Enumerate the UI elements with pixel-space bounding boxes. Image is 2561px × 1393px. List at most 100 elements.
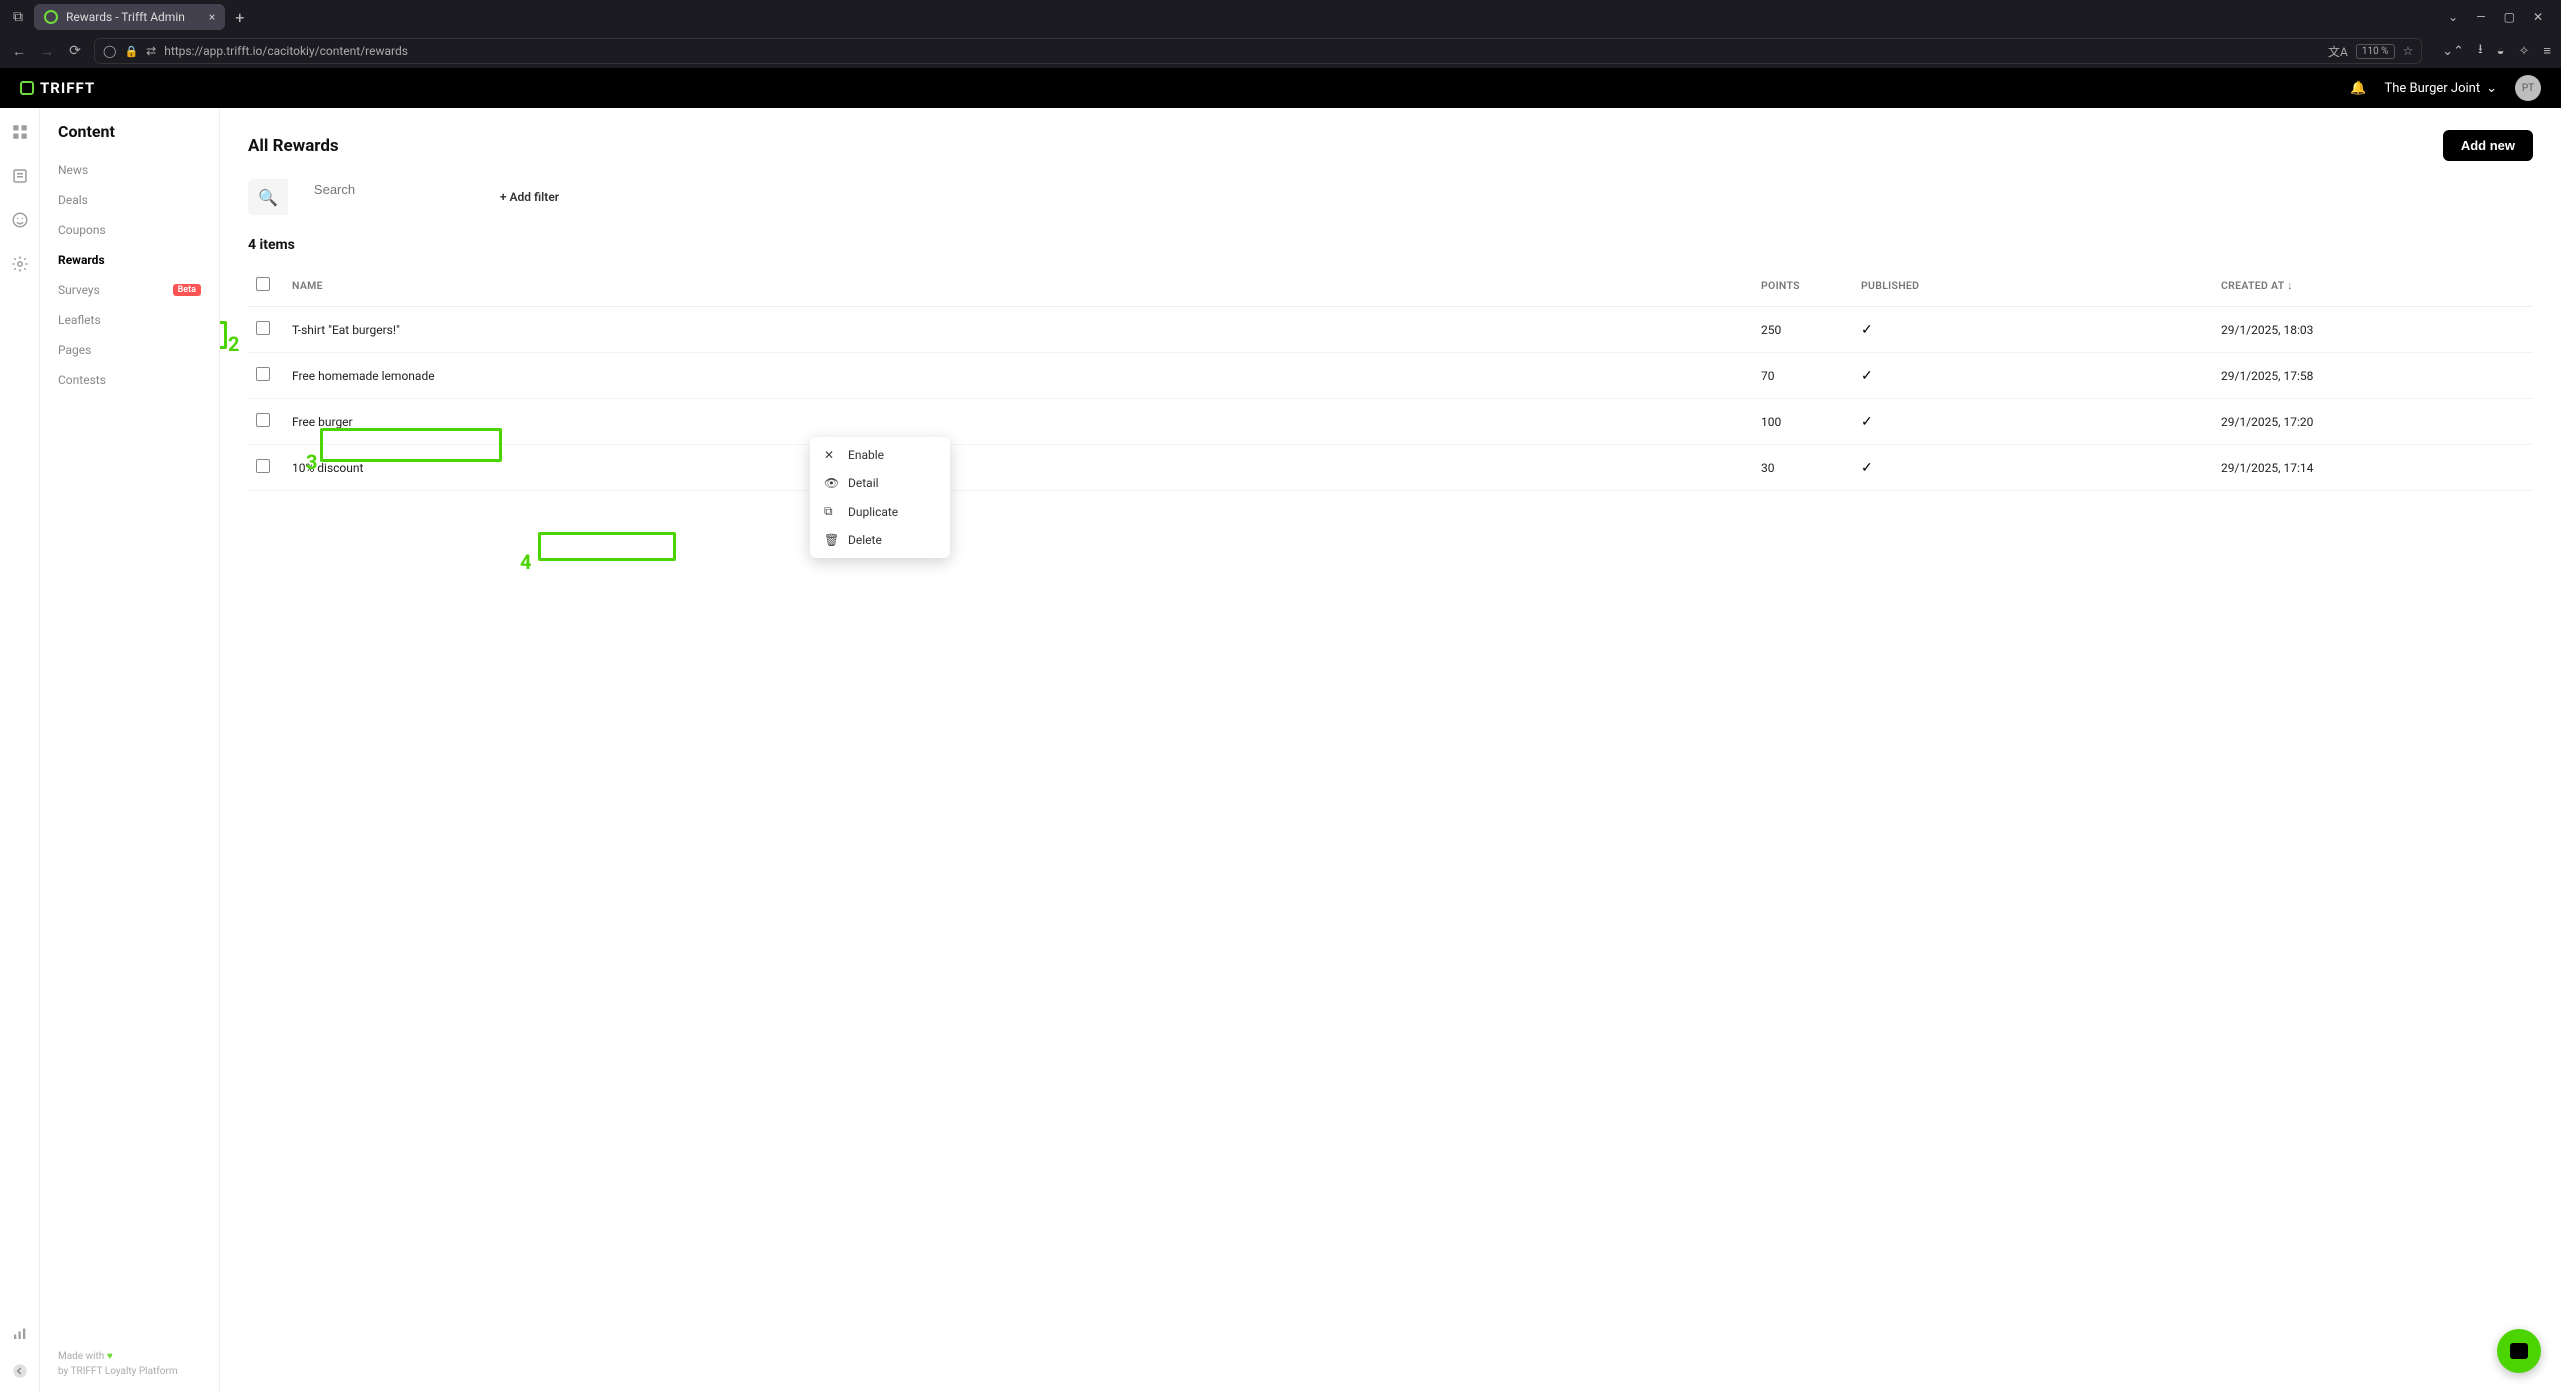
cell-published: ✓	[1853, 353, 2213, 399]
rail-dashboard-icon[interactable]	[10, 122, 30, 142]
table-row[interactable]: T-shirt "Eat burgers!"250 ✓ 29/1/2025, 18:…	[248, 307, 2533, 353]
sidebar-footer: Made with ♥ by TRIFFT Loyalty Platform	[58, 1349, 178, 1379]
app-header: TRIFFT 🔔 The Burger Joint ⌄ PT	[0, 68, 2561, 108]
col-created[interactable]: CREATED AT ↓	[2213, 265, 2533, 307]
sidebar-item-leaflets[interactable]: Leaflets	[40, 305, 219, 335]
nav-rail	[0, 108, 40, 1393]
rewards-table: NAME POINTS PUBLISHED CREATED AT ↓ T-shi…	[248, 265, 2533, 491]
zoom-badge[interactable]: 110 %	[2356, 44, 2395, 59]
rail-emoji-icon[interactable]	[10, 210, 30, 230]
cell-name: 10% discount	[284, 445, 1753, 491]
pocket-icon[interactable]: ⌄⌃	[2442, 44, 2464, 59]
table-row[interactable]: Free homemade lemonade70✓29/1/2025, 17:5…	[248, 353, 2533, 399]
sidebar-item-rewards[interactable]: Rewards	[40, 245, 219, 275]
ctx-duplicate[interactable]: ⧉ Duplicate	[810, 497, 950, 526]
rail-stats-icon[interactable]	[10, 1323, 30, 1343]
account-icon[interactable]: ◒	[2497, 43, 2505, 59]
translate-icon[interactable]: 文A	[2328, 43, 2348, 60]
ctx-detail[interactable]: 👁 Detail	[810, 469, 950, 497]
row-checkbox[interactable]	[256, 321, 270, 335]
col-name[interactable]: NAME	[284, 265, 1753, 307]
bookmark-star-icon[interactable]: ☆	[2403, 44, 2414, 58]
add-filter-button[interactable]: + Add filter	[500, 190, 559, 204]
sidebar-item-news[interactable]: News	[40, 155, 219, 185]
sidebar-item-contests[interactable]: Contests	[40, 365, 219, 395]
row-checkbox[interactable]	[256, 459, 270, 473]
window-close-button[interactable]: ✕	[2533, 10, 2543, 24]
select-all-checkbox[interactable]	[256, 277, 270, 291]
nav-back-button[interactable]: ←	[10, 43, 28, 60]
sidebar-item-surveys[interactable]: SurveysBeta	[40, 275, 219, 305]
tab-close-icon[interactable]: ×	[209, 10, 215, 24]
chevron-down-icon: ⌄	[2486, 81, 2497, 96]
sidebar-item-label: Surveys	[58, 283, 100, 297]
cell-published: ✓	[1853, 445, 2213, 491]
cell-published: ✓	[1853, 307, 2213, 353]
ctx-delete[interactable]: 🗑 Delete	[810, 526, 950, 554]
search-input[interactable]	[314, 182, 474, 197]
nav-forward-button[interactable]: →	[38, 43, 56, 60]
close-icon: ✕	[824, 448, 838, 462]
sidebar-item-label: Contests	[58, 373, 106, 387]
row-checkbox[interactable]	[256, 367, 270, 381]
brand-text: TRIFFT	[40, 79, 95, 97]
window-minimize-button[interactable]: —	[2476, 10, 2485, 24]
heart-icon: ♥	[107, 1351, 113, 1362]
workspace-switcher[interactable]: The Burger Joint ⌄	[2385, 81, 2498, 96]
menu-icon[interactable]: ≡	[2543, 43, 2551, 59]
col-published[interactable]: PUBLISHED	[1853, 265, 2213, 307]
brand-hexagon-icon	[20, 81, 34, 95]
col-points[interactable]: POINTS	[1753, 265, 1853, 307]
chat-widget-icon	[2510, 1343, 2528, 1359]
brand-logo[interactable]: TRIFFT	[20, 79, 95, 97]
trash-icon: 🗑	[824, 533, 838, 547]
browser-tab[interactable]: Rewards - Trifft Admin ×	[34, 4, 225, 30]
table-row[interactable]: 10% discount30✓29/1/2025, 17:14	[248, 445, 2533, 491]
rail-collapse-icon[interactable]	[10, 1361, 30, 1381]
tab-title: Rewards - Trifft Admin	[66, 10, 185, 24]
main-content: All Rewards Add new 🔍 + Add filter 4 ite…	[220, 108, 2561, 1393]
cell-points: 250	[1753, 307, 1853, 353]
cell-created: 29/1/2025, 18:03	[2213, 307, 2533, 353]
nav-reload-button[interactable]: ⟳	[66, 43, 84, 59]
annotation-label-2: 2	[228, 332, 239, 356]
sidebar-item-pages[interactable]: Pages	[40, 335, 219, 365]
row-checkbox[interactable]	[256, 413, 270, 427]
sidebar-item-deals[interactable]: Deals	[40, 185, 219, 215]
footer-line2: by TRIFFT Loyalty Platform	[58, 1366, 178, 1377]
tab-add-button[interactable]: +	[235, 8, 244, 27]
window-maximize-button[interactable]: ▢	[2504, 10, 2515, 24]
avatar[interactable]: PT	[2515, 75, 2541, 101]
sidebar-section-title: Content	[40, 122, 219, 155]
page-title: All Rewards	[248, 136, 339, 156]
copy-icon: ⧉	[824, 504, 838, 519]
workspace-name: The Burger Joint	[2385, 81, 2481, 96]
table-row[interactable]: Free burger100✓29/1/2025, 17:20	[248, 399, 2533, 445]
check-icon: ✓	[1861, 322, 1873, 338]
lock-icon[interactable]: 🔒	[124, 45, 138, 58]
permissions-icon[interactable]: ⇄	[146, 44, 156, 58]
shield-icon[interactable]: ◯	[103, 44, 116, 58]
cell-name: Free burger	[284, 399, 1753, 445]
sidebar-item-label: Coupons	[58, 223, 106, 237]
extensions-icon[interactable]: ✧	[2519, 44, 2530, 59]
ctx-enable[interactable]: ✕ Enable	[810, 441, 950, 469]
sort-desc-icon: ↓	[2287, 279, 2293, 292]
cell-points: 100	[1753, 399, 1853, 445]
cell-published: ✓	[1853, 399, 2213, 445]
url-field[interactable]: ◯ 🔒 ⇄ https://app.trifft.io/cacitokiy/co…	[94, 38, 2422, 64]
rail-settings-icon[interactable]	[10, 254, 30, 274]
rail-content-icon[interactable]	[10, 166, 30, 186]
downloads-icon[interactable]: ⭳	[2478, 40, 2483, 62]
cell-created: 29/1/2025, 17:58	[2213, 353, 2533, 399]
sidebar-item-coupons[interactable]: Coupons	[40, 215, 219, 245]
add-new-button[interactable]: Add new	[2443, 130, 2533, 161]
notifications-icon[interactable]: 🔔	[2350, 81, 2366, 96]
annotation-box-2	[220, 321, 227, 349]
dock-icon[interactable]: ⧉	[8, 9, 28, 25]
chat-widget-button[interactable]	[2497, 1329, 2541, 1373]
tabs-dropdown-icon[interactable]: ⌄	[2448, 10, 2458, 24]
tab-bar: ⧉ Rewards - Trifft Admin × + ⌄ — ▢ ✕	[0, 0, 2561, 34]
check-icon: ✓	[1861, 414, 1873, 430]
cell-name: T-shirt "Eat burgers!"	[284, 307, 1753, 353]
